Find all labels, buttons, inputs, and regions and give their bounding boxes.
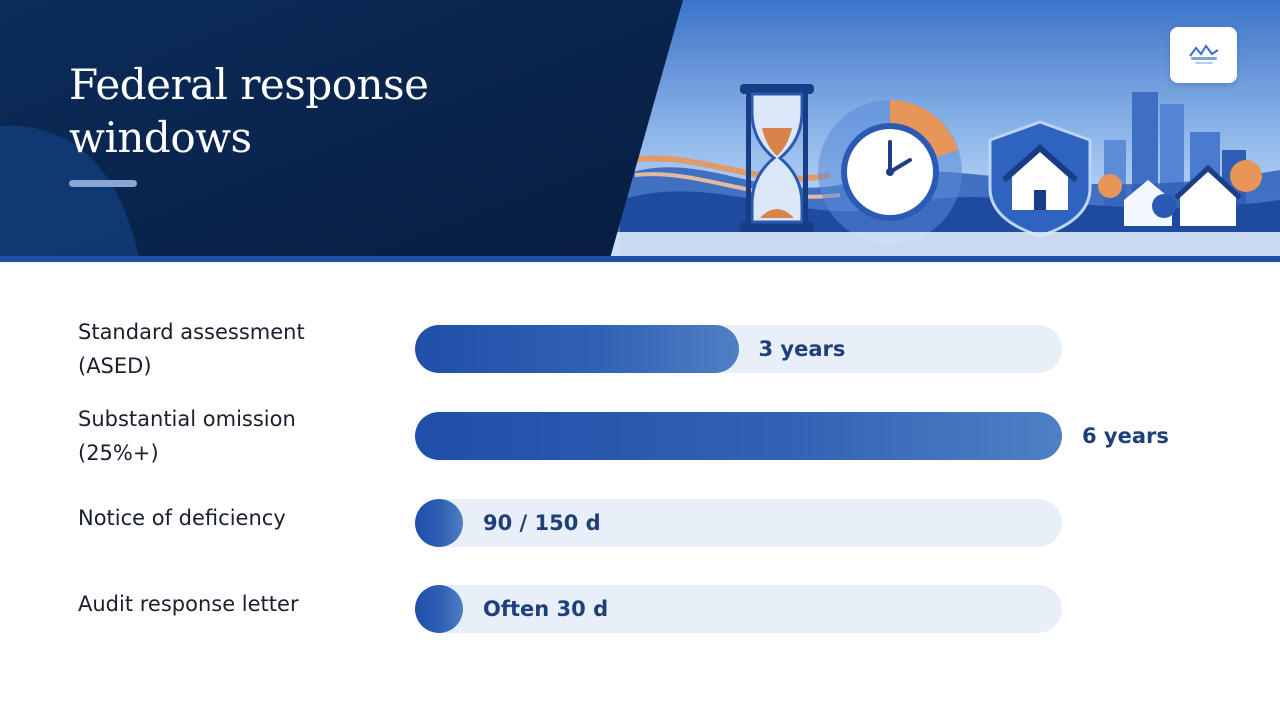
category-label-line: Standard assessment [78,320,305,344]
title-underline [69,180,137,187]
category-label-line: Substantial omission [78,407,296,431]
bar-row: Substantial omission (25%+) 6 years [0,407,1280,487]
header-banner: Federal response windows [0,0,1280,262]
data-label: 6 years [1082,424,1169,448]
bar-row: Notice of deficiency 90 / 150 d [0,494,1280,574]
category-label: Standard assessment (ASED) [78,315,378,383]
slide-title: Federal response windows [69,60,429,162]
bar-row: Audit response letter Often 30 d [0,580,1280,660]
category-label: Audit response letter [78,587,378,621]
data-label: Often 30 d [483,597,609,621]
data-label: 90 / 150 d [483,511,601,535]
bar [415,325,739,373]
bar [415,499,463,547]
bar-track: 3 years [415,325,1062,373]
bar-track: Often 30 d [415,585,1062,633]
bar-track: 90 / 150 d [415,499,1062,547]
category-label: Notice of deficiency [78,501,378,535]
bar [415,412,1062,460]
category-label-line: (ASED) [78,354,152,378]
clock-icon [818,100,962,244]
category-label-line: Notice of deficiency [78,506,286,530]
logo-icon [1189,44,1219,64]
bar [415,585,463,633]
logo-badge [1170,27,1237,83]
category-label-line: Audit response letter [78,592,299,616]
shield-house-icon [988,120,1092,238]
category-label: Substantial omission (25%+) [78,402,378,470]
data-label: 3 years [758,337,846,361]
category-label-line: (25%+) [78,441,159,465]
bar-row: Standard assessment (ASED) 3 years [0,320,1280,400]
bar-track: 6 years [415,412,1169,460]
